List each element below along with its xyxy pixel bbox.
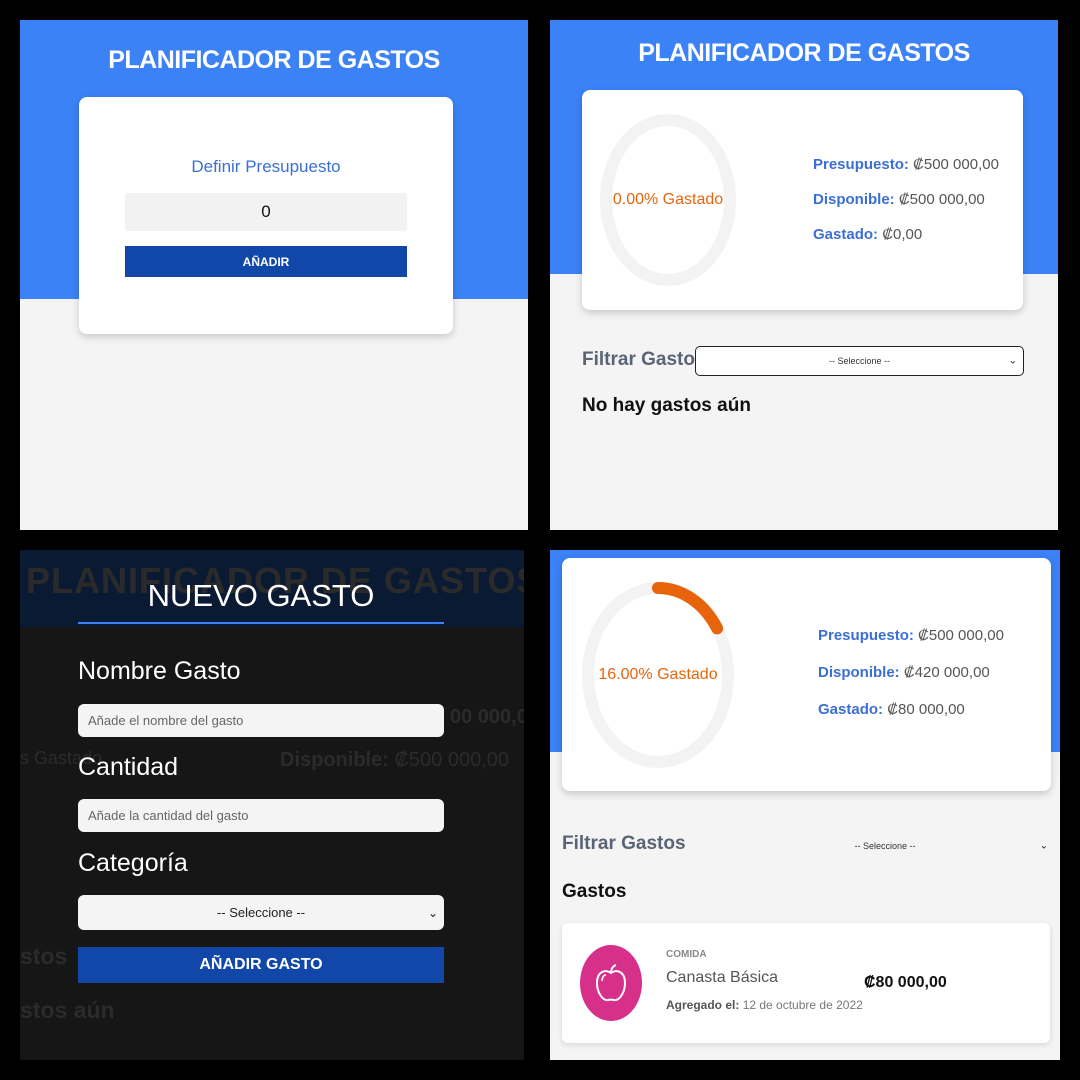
progress-ring: 16.00% Gastado [580,580,736,770]
category-select-value: -- Seleccione -- [216,905,306,920]
apple-icon [595,964,627,1002]
budget-summary-card: 16.00% Gastado Presupuesto: ₡500 000,00 … [562,558,1051,791]
expense-name-label: Nombre Gasto [78,657,241,685]
stat-presupuesto-label: Presupuesto: [813,156,909,173]
new-expense-modal-screen: PLANIFICADOR DE GASTOS 00 000,0 s Gastad… [20,550,524,1060]
progress-ring: 0.00% Gastado [598,112,738,288]
expense-name: Canasta Básica [666,969,779,986]
background-disponible: Disponible: ₡500 000,00 [280,749,509,772]
budget-stats: Presupuesto: ₡500 000,00 Disponible: ₡42… [818,627,1004,736]
expense-category-label: Categoría [78,849,188,877]
budget-stats: Presupuesto: ₡500 000,00 Disponible: ₡50… [813,156,999,261]
filter-select-value: -- Seleccione -- [854,841,916,851]
background-disponible-label: Disponible: [280,749,389,771]
budget-summary-card: 0.00% Gastado Presupuesto: ₡500 000,00 D… [582,90,1023,310]
expense-date-value: 12 de octubre de 2022 [742,998,863,1012]
stat-presupuesto-value: ₡500 000,00 [918,627,1004,644]
percent-spent-label: 16.00% Gastado [598,666,718,683]
expenses-heading: Gastos [562,881,627,902]
add-expense-button[interactable]: AÑADIR GASTO [78,947,444,983]
stat-disponible-label: Disponible: [818,664,900,681]
expense-amount-placeholder: Añade la cantidad del gasto [88,808,249,823]
stat-presupuesto: Presupuesto: ₡500 000,00 [813,156,999,173]
budget-screen: PLANIFICADOR DE GASTOS Definir Presupues… [20,20,528,530]
expense-date-label: Agregado el: [666,998,740,1012]
chevron-down-icon: ⌄ [1008,355,1017,367]
stat-disponible: Disponible: ₡420 000,00 [818,664,1004,681]
chevron-down-icon: ⌄ [1039,840,1048,852]
budget-card: Definir Presupuesto AÑADIR [79,97,453,334]
filter-label: Filtrar Gastos [582,349,706,370]
budget-input[interactable] [125,193,407,231]
background-presupuesto-fragment: 00 000,0 [450,706,524,728]
stat-disponible: Disponible: ₡500 000,00 [813,191,999,208]
expense-category-select[interactable]: -- Seleccione -- ⌄ [78,895,444,930]
expense-amount-input[interactable]: Añade la cantidad del gasto [78,799,444,832]
add-budget-button[interactable]: AÑADIR [125,246,407,277]
stat-presupuesto-value: ₡500 000,00 [913,156,999,173]
app-title: PLANIFICADOR DE GASTOS [108,46,440,74]
stat-disponible-value: ₡500 000,00 [898,191,985,208]
background-disponible-value: ₡500 000,00 [394,749,509,771]
percent-spent-label: 0.00% Gastado [612,191,724,208]
stat-gastado: Gastado: ₡80 000,00 [818,701,1004,718]
filter-select[interactable]: -- Seleccione -- ⌄ [695,346,1024,376]
app-title: PLANIFICADOR DE GASTOS [638,39,970,67]
empty-expenses-message: No hay gastos aún [582,395,751,416]
stat-disponible-value: ₡420 000,00 [903,664,990,681]
food-category-icon [580,945,642,1021]
stat-gastado-label: Gastado: [813,226,879,243]
chevron-down-icon: ⌄ [427,905,438,920]
expense-category: COMIDA [666,949,707,960]
expense-date: Agregado el: 12 de octubre de 2022 [666,998,863,1012]
expense-item[interactable]: COMIDA Canasta Básica Agregado el: 12 de… [562,923,1050,1043]
expense-amount: ₡80 000,00 [864,974,947,991]
background-empty-fragment: stos aún [20,997,115,1023]
stat-presupuesto-label: Presupuesto: [818,627,914,644]
filter-select[interactable]: -- Seleccione -- ⌄ [770,836,1050,856]
budget-with-expense-screen: 16.00% Gastado Presupuesto: ₡500 000,00 … [550,550,1060,1060]
stat-gastado-label: Gastado: [818,701,884,718]
filter-select-value: -- Seleccione -- [828,356,891,366]
expense-name-placeholder: Añade el nombre del gasto [88,713,244,728]
background-filter-fragment: stos [20,943,68,969]
stat-gastado-value: ₡80 000,00 [887,701,965,718]
modal-title: NUEVO GASTO [78,578,444,624]
stat-presupuesto: Presupuesto: ₡500 000,00 [818,627,1004,644]
expense-amount-label: Cantidad [78,753,179,781]
stat-gastado: Gastado: ₡0,00 [813,226,999,243]
expense-name-input[interactable]: Añade el nombre del gasto [78,704,444,737]
budget-label: Definir Presupuesto [191,157,341,176]
stat-gastado-value: ₡0,00 [882,226,923,243]
budget-control-screen: PLANIFICADOR DE GASTOS 0.00% Gastado Pre… [550,20,1058,530]
stat-disponible-label: Disponible: [813,191,895,208]
filter-label: Filtrar Gastos [562,833,686,854]
